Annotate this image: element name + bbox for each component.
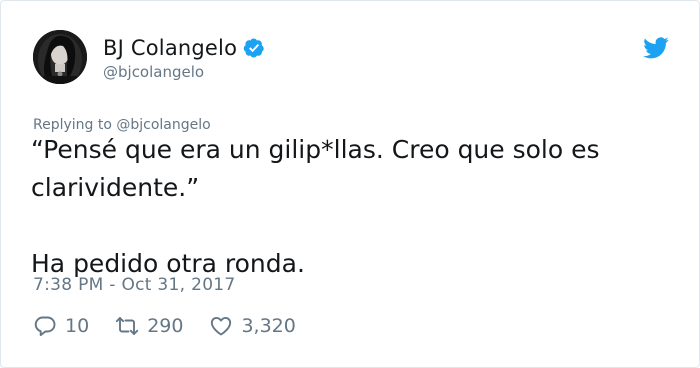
like-count: 3,320 bbox=[241, 315, 296, 337]
display-name-row: BJ Colangelo bbox=[103, 33, 265, 63]
retweet-button[interactable]: 290 bbox=[115, 314, 183, 338]
reply-button[interactable]: 10 bbox=[33, 314, 89, 338]
retweet-count: 290 bbox=[147, 315, 184, 337]
verified-badge-icon bbox=[243, 37, 265, 59]
avatar[interactable] bbox=[33, 30, 87, 84]
retweet-icon bbox=[116, 317, 139, 335]
tweet-timestamp[interactable]: 7:38 PM - Oct 31, 2017 bbox=[33, 275, 236, 295]
avatar-image bbox=[33, 30, 87, 84]
reply-count: 10 bbox=[65, 315, 90, 337]
heart-icon bbox=[211, 316, 232, 336]
twitter-bird-icon[interactable] bbox=[643, 37, 669, 59]
like-button[interactable]: 3,320 bbox=[209, 314, 296, 338]
tweet-text: “Pensé que era un gilip*llas. Creo que s… bbox=[31, 135, 600, 278]
action-bar: 10 290 3,320 bbox=[33, 311, 322, 341]
display-name[interactable]: BJ Colangelo bbox=[103, 36, 237, 60]
reply-icon bbox=[34, 316, 56, 337]
tweet-card: BJ Colangelo @bjcolangelo Replying to @b… bbox=[0, 0, 700, 368]
user-handle[interactable]: @bjcolangelo bbox=[103, 63, 204, 81]
